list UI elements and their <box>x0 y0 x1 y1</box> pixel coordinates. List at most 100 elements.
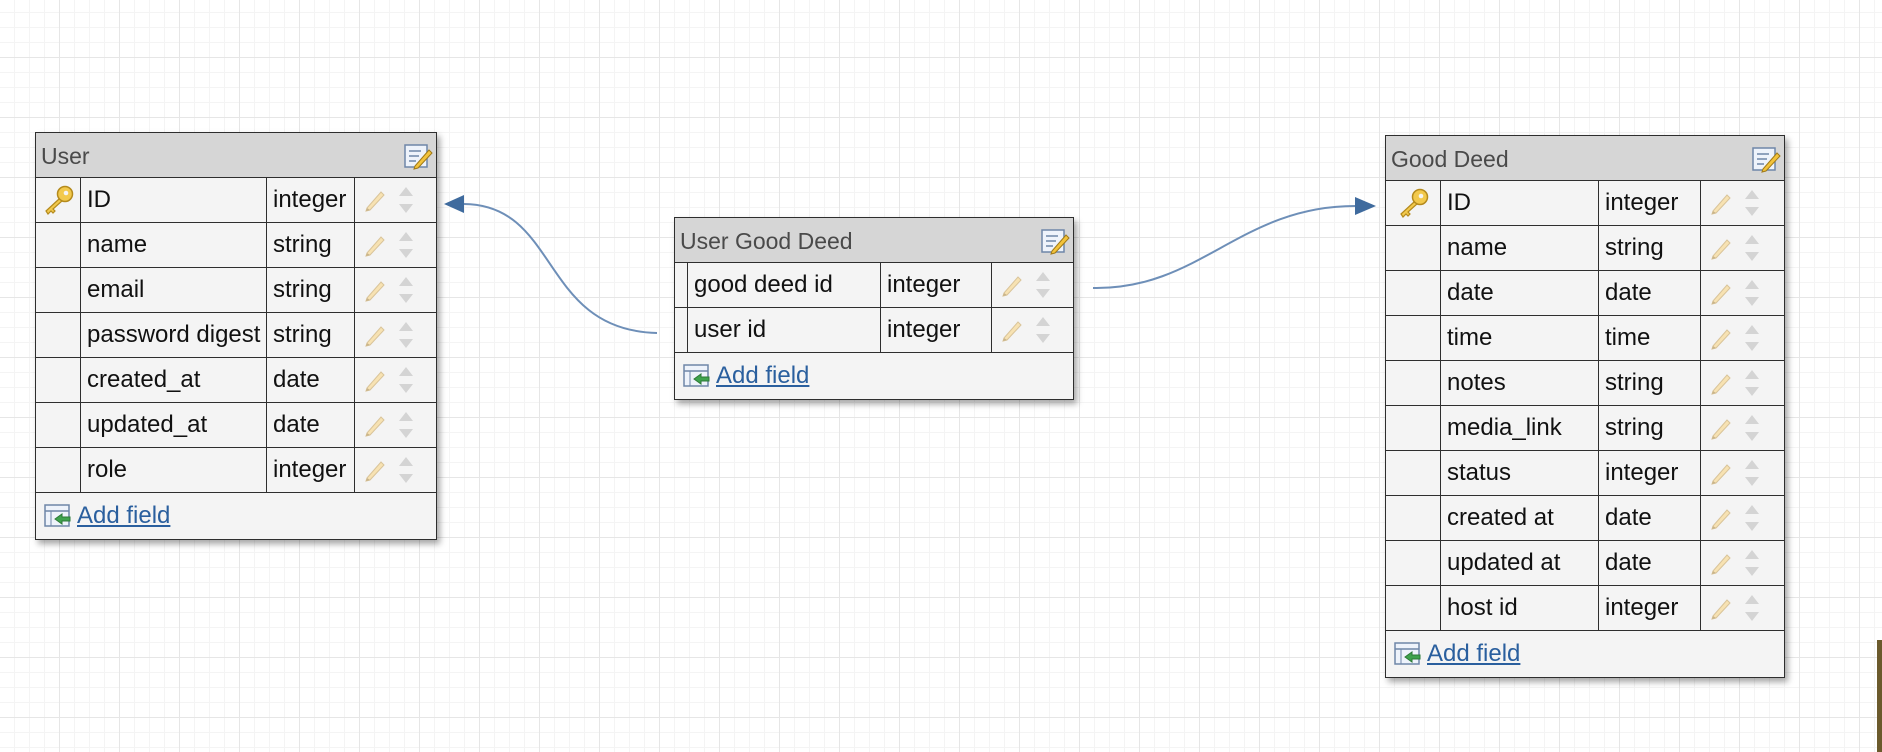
edit-field-pencil-icon[interactable] <box>363 233 387 257</box>
reorder-field-icon[interactable] <box>397 228 415 262</box>
field-name[interactable]: media_link <box>1441 406 1599 450</box>
field-row-good-deed-updated-at[interactable]: updated at date <box>1386 541 1784 586</box>
field-row-user-email[interactable]: email string <box>36 268 436 313</box>
field-row-good-deed-id[interactable]: ID integer <box>1386 181 1784 226</box>
reorder-field-icon[interactable] <box>1743 321 1761 355</box>
field-type[interactable]: string <box>1599 406 1701 450</box>
field-row-good-deed-name[interactable]: name string <box>1386 226 1784 271</box>
edit-field-pencil-icon[interactable] <box>1709 461 1733 485</box>
reorder-field-icon[interactable] <box>397 273 415 307</box>
reorder-field-icon[interactable] <box>397 453 415 487</box>
add-field-icon[interactable] <box>1393 640 1423 668</box>
field-type[interactable]: string <box>267 268 355 312</box>
reorder-field-icon[interactable] <box>1743 411 1761 445</box>
field-name[interactable]: updated at <box>1441 541 1599 585</box>
field-type[interactable]: integer <box>881 308 992 352</box>
field-name[interactable]: good deed id <box>688 263 881 307</box>
field-type[interactable]: string <box>267 223 355 267</box>
field-row-user-id[interactable]: ID integer <box>36 178 436 223</box>
reorder-field-icon[interactable] <box>1743 186 1761 220</box>
edit-field-pencil-icon[interactable] <box>1709 281 1733 305</box>
field-row-good-deed-media-link[interactable]: media_link string <box>1386 406 1784 451</box>
edit-field-pencil-icon[interactable] <box>1709 596 1733 620</box>
table-header[interactable]: Good Deed <box>1386 136 1784 181</box>
field-type[interactable]: date <box>267 358 355 402</box>
field-row-user-name[interactable]: name string <box>36 223 436 268</box>
field-row-good-deed-host-id[interactable]: host id integer <box>1386 586 1784 631</box>
field-type[interactable]: integer <box>881 263 992 307</box>
field-type[interactable]: integer <box>1599 586 1701 630</box>
reorder-field-icon[interactable] <box>1034 313 1052 347</box>
edit-field-pencil-icon[interactable] <box>363 413 387 437</box>
edit-field-pencil-icon[interactable] <box>363 368 387 392</box>
edit-field-pencil-icon[interactable] <box>1709 371 1733 395</box>
connector-user-id-to-user[interactable] <box>463 203 658 334</box>
field-name[interactable]: user id <box>688 308 881 352</box>
edit-field-pencil-icon[interactable] <box>1709 191 1733 215</box>
field-name[interactable]: date <box>1441 271 1599 315</box>
field-name[interactable]: created_at <box>81 358 267 402</box>
field-type[interactable]: string <box>1599 226 1701 270</box>
table-user[interactable]: User ID integer name string email string passwo… <box>35 132 437 540</box>
reorder-field-icon[interactable] <box>1743 231 1761 265</box>
field-name[interactable]: password digest <box>81 313 267 357</box>
table-header[interactable]: User Good Deed <box>675 218 1073 263</box>
edit-table-icon[interactable] <box>403 142 433 170</box>
reorder-field-icon[interactable] <box>1743 276 1761 310</box>
edit-field-pencil-icon[interactable] <box>363 323 387 347</box>
field-name[interactable]: notes <box>1441 361 1599 405</box>
field-row-good-deed-time[interactable]: time time <box>1386 316 1784 361</box>
field-row-user-good-deed-user-id[interactable]: user id integer <box>675 308 1073 353</box>
field-name[interactable]: ID <box>1441 181 1599 225</box>
field-type[interactable]: string <box>1599 361 1701 405</box>
edit-field-pencil-icon[interactable] <box>363 188 387 212</box>
field-type[interactable]: integer <box>1599 451 1701 495</box>
field-type[interactable]: date <box>1599 496 1701 540</box>
edit-field-pencil-icon[interactable] <box>1000 273 1024 297</box>
field-type[interactable]: date <box>1599 541 1701 585</box>
field-type[interactable]: integer <box>1599 181 1701 225</box>
field-row-user-role[interactable]: role integer <box>36 448 436 493</box>
reorder-field-icon[interactable] <box>1743 366 1761 400</box>
field-name[interactable]: host id <box>1441 586 1599 630</box>
field-name[interactable]: status <box>1441 451 1599 495</box>
field-name[interactable]: name <box>81 223 267 267</box>
edit-field-pencil-icon[interactable] <box>1709 551 1733 575</box>
edit-field-pencil-icon[interactable] <box>1709 416 1733 440</box>
reorder-field-icon[interactable] <box>397 318 415 352</box>
reorder-field-icon[interactable] <box>1743 546 1761 580</box>
field-type[interactable]: date <box>1599 271 1701 315</box>
table-good-deed[interactable]: Good Deed ID integer name string date date time… <box>1385 135 1785 678</box>
table-user-good-deed[interactable]: User Good Deed good deed id integer user id… <box>674 217 1074 400</box>
edit-field-pencil-icon[interactable] <box>363 278 387 302</box>
diagram-canvas[interactable]: User ID integer name string email string passwo… <box>0 0 1882 752</box>
field-name[interactable]: created at <box>1441 496 1599 540</box>
reorder-field-icon[interactable] <box>1743 501 1761 535</box>
reorder-field-icon[interactable] <box>1743 456 1761 490</box>
add-field-link[interactable]: Add field <box>77 502 170 530</box>
add-field-icon[interactable] <box>43 502 73 530</box>
field-row-good-deed-created-at[interactable]: created at date <box>1386 496 1784 541</box>
connector-good-deed-id-to-good-deed[interactable] <box>1092 205 1356 290</box>
field-row-good-deed-date[interactable]: date date <box>1386 271 1784 316</box>
edit-field-pencil-icon[interactable] <box>1709 326 1733 350</box>
field-name[interactable]: time <box>1441 316 1599 360</box>
field-name[interactable]: email <box>81 268 267 312</box>
reorder-field-icon[interactable] <box>397 183 415 217</box>
field-type[interactable]: integer <box>267 448 355 492</box>
edit-field-pencil-icon[interactable] <box>1000 318 1024 342</box>
field-name[interactable]: role <box>81 448 267 492</box>
field-type[interactable]: string <box>267 313 355 357</box>
field-type[interactable]: integer <box>267 178 355 222</box>
field-name[interactable]: updated_at <box>81 403 267 447</box>
reorder-field-icon[interactable] <box>1743 591 1761 625</box>
edit-field-pencil-icon[interactable] <box>1709 506 1733 530</box>
field-name[interactable]: ID <box>81 178 267 222</box>
field-row-good-deed-status[interactable]: status integer <box>1386 451 1784 496</box>
reorder-field-icon[interactable] <box>1034 268 1052 302</box>
reorder-field-icon[interactable] <box>397 363 415 397</box>
field-type[interactable]: date <box>267 403 355 447</box>
field-type[interactable]: time <box>1599 316 1701 360</box>
edit-field-pencil-icon[interactable] <box>363 458 387 482</box>
field-row-user-updated-at[interactable]: updated_at date <box>36 403 436 448</box>
